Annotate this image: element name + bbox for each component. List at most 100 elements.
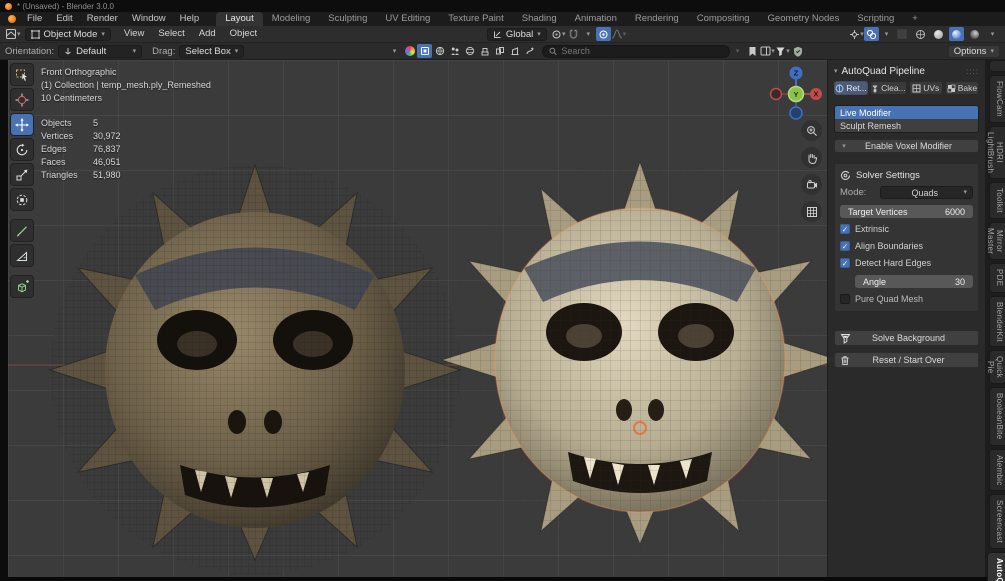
filter-funnel-dropdown[interactable]: ▾ [775,44,790,58]
menu-render[interactable]: Render [80,12,125,26]
tool-transform[interactable] [10,188,34,211]
tool-cursor[interactable] [10,88,34,111]
bookmark-icon[interactable] [745,44,760,58]
solver-mode-select[interactable]: Quads ▾ [880,186,973,199]
enable-voxel-modifier-button[interactable]: ▾ Enable Voxel Modifier [834,139,979,153]
menu-object[interactable]: Object [223,27,264,41]
snap-magnet-icon[interactable] [566,27,581,41]
tab-uvs[interactable]: UVs [908,81,943,95]
add-workspace-button[interactable]: + [903,12,927,26]
sidebar-tab-screencast[interactable]: Screencast [989,494,1005,550]
extrinsic-checkbox[interactable]: ✓ [840,224,850,234]
tab-rendering[interactable]: Rendering [626,12,688,26]
tab-retopo[interactable]: Ret... [834,81,869,95]
sidebar-tab-autoquad[interactable]: AutoQuad [987,552,1005,581]
filter-collapse-chevron[interactable]: ▾ [730,44,745,58]
quick-tool-3-button[interactable] [447,44,462,58]
shading-solid-button[interactable] [931,27,946,41]
sidebar-tab-alembic[interactable]: Alembic [989,448,1005,492]
solve-background-button[interactable]: Solve Background [834,330,979,346]
menu-edit[interactable]: Edit [49,12,79,26]
tab-bake[interactable]: Bake [944,81,979,95]
shading-dropdown[interactable]: ▾ [985,27,1000,41]
snap-settings-dropdown[interactable]: ▾ [581,27,596,41]
pan-view-button[interactable] [801,147,822,168]
tool-select-box[interactable] [10,63,34,86]
gizmo-negz-ball[interactable] [789,106,803,120]
blender-logo-icon[interactable] [8,15,16,23]
tab-sculpting[interactable]: Sculpting [319,12,376,26]
tab-animation[interactable]: Animation [566,12,626,26]
perspective-toggle-button[interactable] [801,201,822,222]
align-boundaries-checkbox[interactable]: ✓ [840,241,850,251]
tab-modeling[interactable]: Modeling [263,12,320,26]
shading-wireframe-button[interactable] [913,27,928,41]
menu-help[interactable]: Help [173,12,207,26]
pure-quad-checkbox[interactable] [840,294,850,304]
menu-window[interactable]: Window [125,12,173,26]
sidebar-tab-hdri-lightbrush[interactable]: HDRI LightBrush [986,125,1005,180]
show-gizmo-dropdown[interactable]: ▾ [849,27,864,41]
tab-geometry-nodes[interactable]: Geometry Nodes [759,12,849,26]
camera-view-button[interactable] [801,174,822,195]
tool-annotate[interactable] [10,219,34,242]
tab-layout[interactable]: Layout [216,12,263,26]
tab-compositing[interactable]: Compositing [688,12,759,26]
viewport-search[interactable] [542,44,731,58]
show-overlays-toggle[interactable] [864,27,880,41]
material-ball-icon[interactable] [402,44,417,58]
shading-material-button[interactable] [949,27,965,41]
tool-add-primitive[interactable] [10,275,34,298]
xray-toggle[interactable] [894,27,909,41]
search-input[interactable] [561,46,724,56]
overlays-dropdown[interactable]: ▾ [879,27,894,41]
panel-collapse-icon[interactable]: ▾ [834,68,838,75]
quick-tool-8-button[interactable] [522,44,537,58]
editor-type-button[interactable]: ▾ [5,27,21,41]
pivot-point-dropdown[interactable]: ▾ [551,27,566,41]
proportional-editing-toggle[interactable] [595,27,611,41]
tool-options-collapse[interactable]: ▾ [387,44,402,58]
drag-select[interactable]: Select Box ▾ [179,44,245,58]
sidebar-tab-pde[interactable]: PDE [989,263,1005,293]
menu-select[interactable]: Select [151,27,191,41]
quick-tool-5-button[interactable] [477,44,492,58]
tool-move[interactable] [10,113,34,136]
sidebar-tab-flowcam[interactable]: FlowCam [989,75,1005,123]
quick-tool-4-button[interactable] [462,44,477,58]
menu-add[interactable]: Add [192,27,223,41]
quick-tool-2-button[interactable] [432,44,447,58]
menu-file[interactable]: File [20,12,49,26]
list-item-sculpt-remesh[interactable]: Sculpt Remesh [835,119,978,132]
editor-layout-dropdown[interactable]: ▾ [760,44,775,58]
tool-measure[interactable] [10,244,34,267]
panel-drag-dots[interactable]: :::: [966,67,979,76]
sidebar-tab-booleanbite[interactable]: BooleanBite [989,387,1005,446]
sidebar-tab-quick-pie[interactable]: Quick Pie [986,350,1005,385]
proportional-falloff-dropdown[interactable]: ▾ [611,27,626,41]
list-item-live-modifier[interactable]: Live Modifier [835,106,978,119]
sidebar-tab-mirror-master[interactable]: Mirror Master [986,221,1005,261]
reset-start-over-button[interactable]: Reset / Start Over [834,352,979,368]
sidebar-tab-blenderkit[interactable]: BlenderKit [989,295,1005,348]
quick-tool-7-button[interactable] [507,44,522,58]
tab-shading[interactable]: Shading [513,12,566,26]
zoom-view-button[interactable] [801,120,822,141]
tool-scale[interactable] [10,163,34,186]
options-dropdown[interactable]: Options ▾ [947,44,1000,58]
sidebar-tab-partial[interactable] [989,60,1005,72]
voxel-expand-chevron[interactable]: ▾ [835,143,853,150]
quick-tool-1-button[interactable] [417,44,433,58]
tab-cleanup[interactable]: Clea... [870,81,907,95]
gizmo-negx-ball[interactable] [769,87,783,101]
mode-dropdown[interactable]: Object Mode ▾ [24,27,111,41]
tab-texture-paint[interactable]: Texture Paint [439,12,512,26]
navigation-gizmo[interactable]: Z X Y [767,64,825,122]
orientation-select[interactable]: Default ▾ [58,44,143,58]
angle-slider[interactable]: Angle 30 [855,275,973,288]
sidebar-tab-toolkit[interactable]: Toolkit [989,182,1005,219]
shading-rendered-button[interactable] [967,27,982,41]
shield-icon[interactable] [790,44,805,58]
menu-view[interactable]: View [117,27,151,41]
detect-hard-edges-checkbox[interactable]: ✓ [840,258,850,268]
